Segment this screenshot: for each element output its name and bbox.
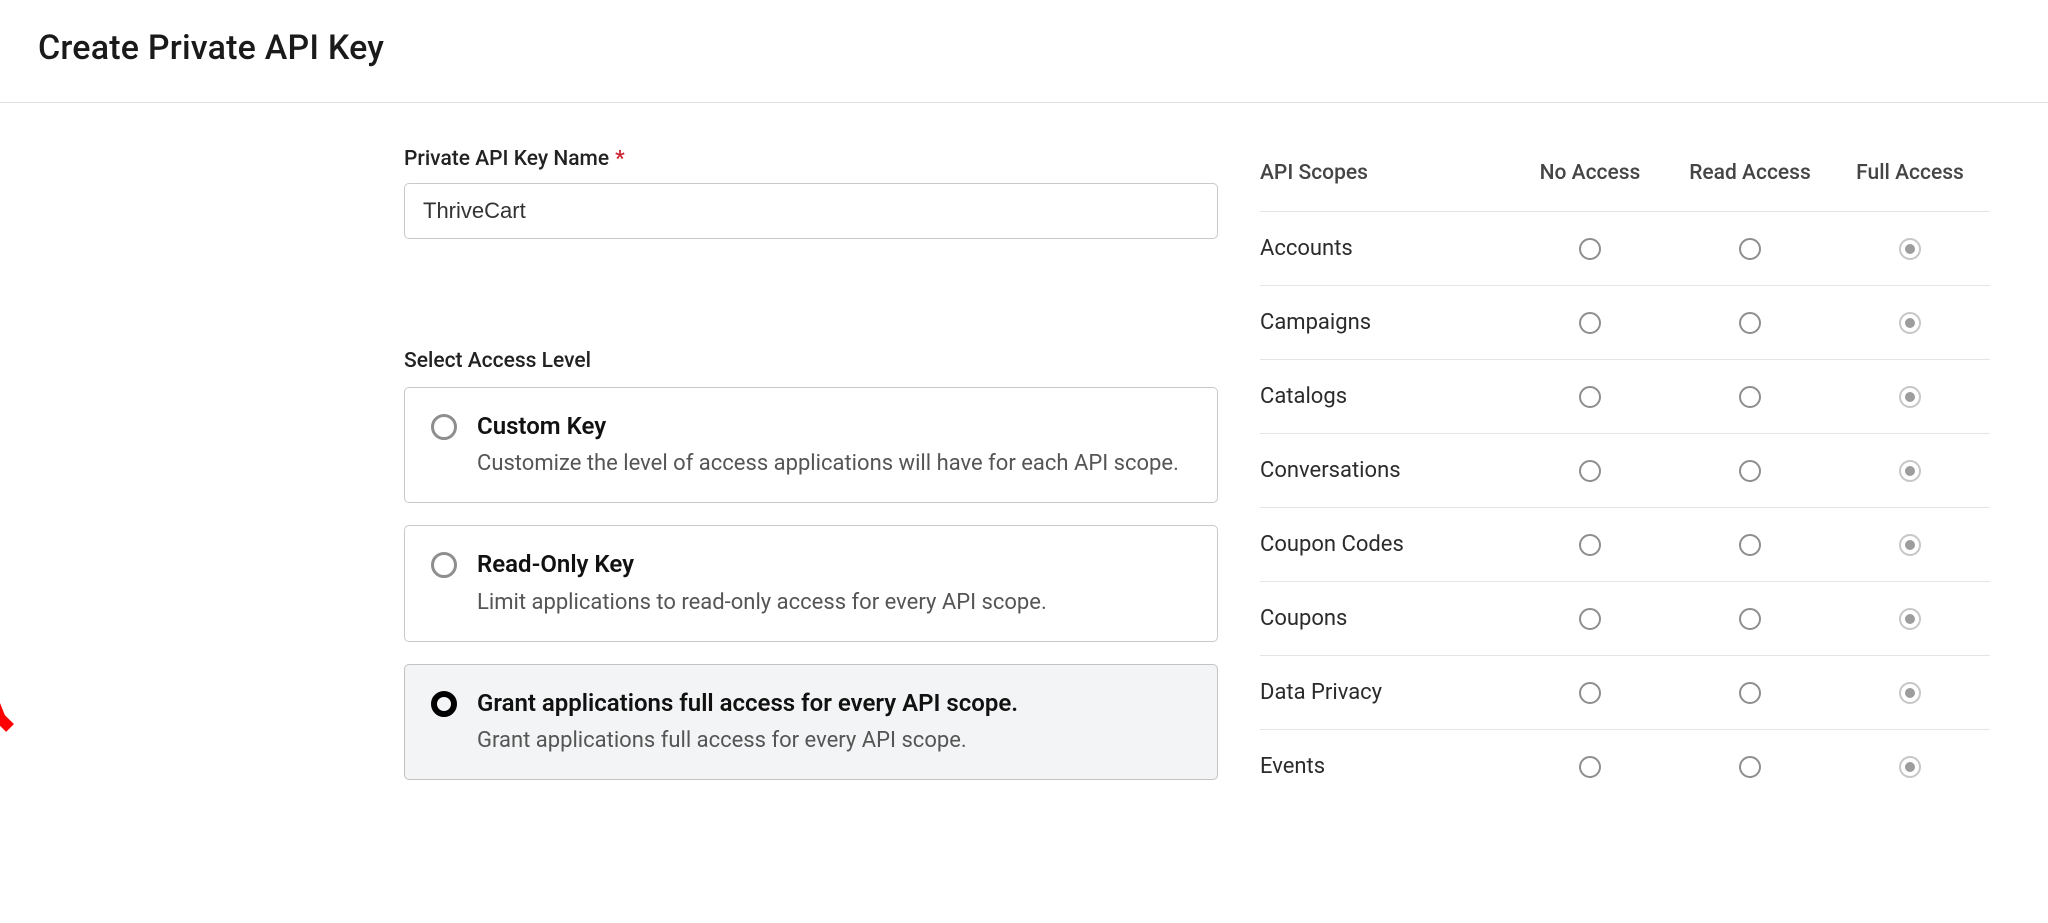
scope-name: Conversations [1260,434,1510,508]
scope-name: Catalogs [1260,360,1510,434]
scope-full-radio[interactable] [1899,608,1921,630]
scope-read-radio[interactable] [1739,460,1761,482]
scope-none-radio[interactable] [1579,238,1601,260]
scope-row: Accounts [1260,212,1990,286]
radio-icon [431,414,457,440]
scope-none-radio[interactable] [1579,534,1601,556]
scope-read-radio[interactable] [1739,386,1761,408]
scope-read-radio[interactable] [1739,682,1761,704]
required-asterisk-icon: * [615,147,625,171]
option-title: Custom Key [477,410,1179,442]
scope-row: Coupons [1260,582,1990,656]
api-scopes-table: API Scopes No Access Read Access Full Ac… [1260,161,1990,803]
access-level-option-2[interactable]: Grant applications full access for every… [404,664,1218,780]
annotation-arrow-icon [0,553,45,753]
col-scope: API Scopes [1260,161,1510,212]
scope-name: Coupon Codes [1260,508,1510,582]
scope-full-radio[interactable] [1899,756,1921,778]
scope-name: Campaigns [1260,286,1510,360]
scope-full-radio[interactable] [1899,682,1921,704]
scope-name: Events [1260,730,1510,804]
scope-none-radio[interactable] [1579,312,1601,334]
scope-none-radio[interactable] [1579,682,1601,704]
access-level-option-0[interactable]: Custom Key Customize the level of access … [404,387,1218,503]
radio-icon [431,691,457,717]
scope-none-radio[interactable] [1579,756,1601,778]
scope-row: Campaigns [1260,286,1990,360]
scope-name: Data Privacy [1260,656,1510,730]
col-read-access: Read Access [1670,161,1830,212]
col-no-access: No Access [1510,161,1670,212]
scope-row: Conversations [1260,434,1990,508]
scope-row: Coupon Codes [1260,508,1990,582]
scope-name: Accounts [1260,212,1510,286]
scope-read-radio[interactable] [1739,534,1761,556]
access-level-option-1[interactable]: Read-Only Key Limit applications to read-… [404,525,1218,641]
scope-name: Coupons [1260,582,1510,656]
scope-row: Catalogs [1260,360,1990,434]
scope-full-radio[interactable] [1899,386,1921,408]
page-title: Create Private API Key [0,0,2048,68]
scope-row: Events [1260,730,1990,804]
option-title: Read-Only Key [477,548,1047,580]
scope-full-radio[interactable] [1899,534,1921,556]
option-title: Grant applications full access for every… [477,687,1018,719]
scope-read-radio[interactable] [1739,756,1761,778]
scope-read-radio[interactable] [1739,238,1761,260]
access-level-label: Select Access Level [404,349,1260,373]
radio-icon [431,552,457,578]
option-desc: Customize the level of access applicatio… [477,448,1179,480]
scope-full-radio[interactable] [1899,238,1921,260]
scope-none-radio[interactable] [1579,460,1601,482]
scope-row: Data Privacy [1260,656,1990,730]
scope-none-radio[interactable] [1579,608,1601,630]
scope-full-radio[interactable] [1899,312,1921,334]
scope-read-radio[interactable] [1739,608,1761,630]
option-desc: Grant applications full access for every… [477,725,1018,757]
scope-full-radio[interactable] [1899,460,1921,482]
option-desc: Limit applications to read-only access f… [477,587,1047,619]
scope-read-radio[interactable] [1739,312,1761,334]
api-key-name-input[interactable] [404,183,1218,239]
scope-none-radio[interactable] [1579,386,1601,408]
api-key-name-label: Private API Key Name* [404,147,1260,171]
col-full-access: Full Access [1830,161,1990,212]
annotation-arrow-icon [0,123,15,243]
